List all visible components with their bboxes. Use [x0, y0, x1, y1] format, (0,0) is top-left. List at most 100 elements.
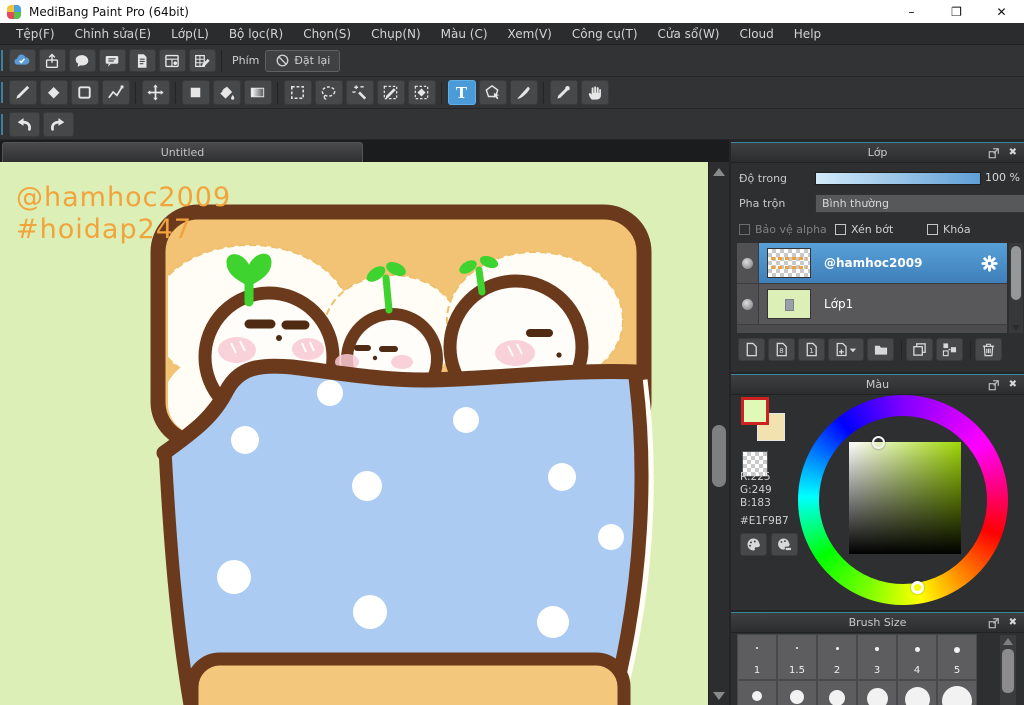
comment-button[interactable]: [68, 49, 96, 72]
opacity-slider[interactable]: [815, 172, 981, 185]
brush-dot: [756, 647, 758, 649]
scroll-down-arrow-icon[interactable]: [713, 692, 725, 700]
reset-button[interactable]: Đặt lại: [265, 49, 341, 72]
popout-icon[interactable]: [988, 379, 1000, 391]
clipping-checkbox[interactable]: Xén bớt: [835, 223, 893, 236]
select-pen-tool[interactable]: [376, 80, 405, 105]
canvas-area[interactable]: @hamhoc2009 #hoidap247: [0, 162, 708, 705]
brush-size-1-5[interactable]: 1.5: [777, 634, 817, 680]
brush-size-cell[interactable]: [857, 680, 897, 705]
menu-filter[interactable]: Bộ lọc(R): [219, 23, 293, 45]
lasso-select-tool[interactable]: [314, 80, 343, 105]
brush-tool[interactable]: [8, 80, 37, 105]
panel-layout-button[interactable]: [158, 49, 186, 72]
scroll-up-arrow-icon[interactable]: [713, 168, 725, 176]
popout-icon[interactable]: [988, 617, 1000, 629]
message-button[interactable]: [98, 49, 126, 72]
layer-visibility-cell[interactable]: [737, 243, 759, 283]
scrollbar-thumb[interactable]: [1011, 246, 1021, 300]
menu-file[interactable]: Tệp(F): [6, 23, 65, 45]
menu-layer[interactable]: Lớp(L): [161, 23, 219, 45]
brush-size-cell[interactable]: [817, 680, 857, 705]
divide-tool[interactable]: [509, 80, 538, 105]
protect-alpha-checkbox[interactable]: Bảo vệ alpha: [739, 223, 827, 236]
brush-size-cell[interactable]: [737, 680, 777, 705]
tab-untitled[interactable]: Untitled: [2, 142, 363, 162]
menu-tools[interactable]: Công cụ(T): [562, 23, 648, 45]
brush-size-1[interactable]: 1: [737, 634, 777, 680]
gradient-tool[interactable]: [243, 80, 272, 105]
add-layer-menu-button[interactable]: [828, 338, 864, 361]
layer-visibility-cell[interactable]: [737, 284, 759, 324]
fill-shape-tool[interactable]: [181, 80, 210, 105]
palette-edit-button[interactable]: [771, 533, 798, 556]
canvas-vertical-scrollbar[interactable]: [708, 162, 729, 705]
scroll-up-arrow-icon[interactable]: [1003, 638, 1013, 645]
close-icon[interactable]: ✖: [1009, 146, 1017, 160]
lock-checkbox[interactable]: Khóa: [927, 223, 971, 236]
close-button[interactable]: ✕: [979, 0, 1024, 23]
move-tool[interactable]: [141, 80, 170, 105]
layer-row-selected[interactable]: @hamhoc2009: [737, 243, 1007, 284]
hue-indicator[interactable]: [911, 581, 924, 594]
marquee-select-tool[interactable]: [283, 80, 312, 105]
menu-select[interactable]: Chọn(S): [293, 23, 361, 45]
menu-window[interactable]: Cửa sổ(W): [648, 23, 730, 45]
menu-view[interactable]: Xem(V): [498, 23, 562, 45]
add-layer-button[interactable]: [738, 338, 765, 361]
popout-icon[interactable]: [988, 147, 1000, 159]
menu-capture[interactable]: Chụp(N): [361, 23, 431, 45]
brush-size-cell[interactable]: [937, 680, 977, 705]
brush-size-cell[interactable]: [897, 680, 937, 705]
cloud-sync-button[interactable]: [8, 49, 36, 72]
scrollbar-thumb[interactable]: [1002, 649, 1014, 693]
foreground-color-swatch[interactable]: [741, 397, 769, 425]
magic-wand-tool[interactable]: [345, 80, 374, 105]
undo-button[interactable]: [8, 111, 40, 137]
eraser-tool[interactable]: [39, 80, 68, 105]
brush-size-2[interactable]: 2: [817, 634, 857, 680]
gear-icon[interactable]: [980, 254, 999, 273]
menu-edit[interactable]: Chỉnh sửa(E): [65, 23, 162, 45]
brush-size-cell[interactable]: [777, 680, 817, 705]
scrollbar-thumb[interactable]: [712, 425, 726, 487]
add-1bit-layer-button[interactable]: 1: [798, 338, 825, 361]
blend-mode-select[interactable]: Bình thường: [815, 194, 1024, 213]
brush-size-3[interactable]: 3: [857, 634, 897, 680]
document-button[interactable]: [128, 49, 156, 72]
scroll-down-arrow-icon[interactable]: [1012, 325, 1020, 331]
select-eraser-tool[interactable]: [407, 80, 436, 105]
minimize-button[interactable]: –: [889, 0, 934, 23]
duplicate-layer-button[interactable]: [906, 338, 933, 361]
curve-pen-tool[interactable]: [101, 80, 130, 105]
layer-row[interactable]: Lớp1: [737, 284, 1007, 325]
sv-indicator[interactable]: [872, 436, 885, 449]
brush-panel-scrollbar[interactable]: [1000, 635, 1016, 705]
menu-help[interactable]: Help: [784, 23, 831, 45]
close-icon[interactable]: ✖: [1009, 378, 1017, 392]
add-8bit-layer-button[interactable]: 8: [768, 338, 795, 361]
redo-button[interactable]: [42, 111, 74, 137]
svg-text:1: 1: [809, 346, 813, 355]
hand-tool[interactable]: [580, 80, 609, 105]
bucket-tool[interactable]: [212, 80, 241, 105]
operation-select-tool[interactable]: [478, 80, 507, 105]
merge-layer-button[interactable]: [936, 338, 963, 361]
delete-layer-button[interactable]: [975, 338, 1002, 361]
layer-folder-button[interactable]: [867, 338, 894, 361]
eyedropper-tool[interactable]: [549, 80, 578, 105]
menu-cloud[interactable]: Cloud: [730, 23, 784, 45]
publish-button[interactable]: [38, 49, 66, 72]
edit-layout-button[interactable]: [188, 49, 216, 72]
palette-button[interactable]: [740, 533, 767, 556]
brush-size-5[interactable]: 5: [937, 634, 977, 680]
close-icon[interactable]: ✖: [1009, 616, 1017, 630]
saturation-value-square[interactable]: [849, 442, 961, 554]
layer-list-scrollbar[interactable]: [1009, 243, 1023, 333]
color-wheel[interactable]: [798, 395, 1008, 605]
menu-color[interactable]: Màu (C): [431, 23, 498, 45]
restore-button[interactable]: ❐: [934, 0, 979, 23]
shape-frame-tool[interactable]: [70, 80, 99, 105]
text-tool[interactable]: T: [447, 80, 476, 105]
brush-size-4[interactable]: 4: [897, 634, 937, 680]
